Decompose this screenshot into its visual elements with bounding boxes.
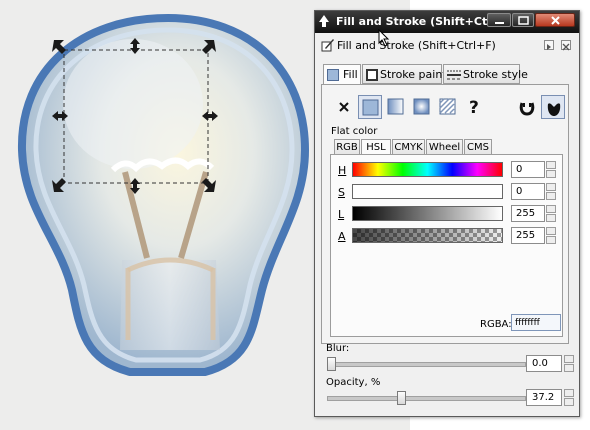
opacity-value: 37.2 (532, 392, 555, 403)
maximize-icon (518, 16, 529, 25)
pattern-button[interactable] (436, 95, 460, 119)
title-bar[interactable]: Fill and Stroke (Shift+Ctrl... (315, 11, 579, 33)
tab-hsl-label: HSL (366, 142, 386, 153)
tab-rgb-label: RGB (336, 142, 358, 153)
fill-rule-evenodd-button[interactable] (515, 95, 539, 119)
alpha-value: 255 (516, 230, 536, 241)
hue-spin-buttons[interactable] (546, 161, 556, 178)
lightness-spin-buttons[interactable] (546, 205, 556, 222)
opacity-slider[interactable] (327, 396, 526, 401)
blur-label: Blur: (326, 343, 350, 354)
dialog-header: Fill and Stroke (Shift+Ctrl+F) (315, 35, 579, 55)
lightness-label: L (338, 208, 345, 221)
opacity-label: Opacity, % (326, 377, 381, 388)
close-icon (562, 43, 570, 51)
saturation-label: S (338, 186, 345, 199)
close-button[interactable] (535, 13, 575, 27)
tab-fill[interactable]: Fill (323, 64, 361, 86)
no-paint-button[interactable] (333, 95, 357, 119)
svg-text:?: ? (469, 98, 479, 118)
tab-cmyk-label: CMYK (394, 142, 423, 153)
inkscape-icon (319, 15, 329, 27)
unset-paint-button[interactable]: ? (463, 95, 487, 119)
saturation-spin-buttons[interactable] (546, 183, 556, 200)
blur-slider[interactable] (327, 362, 526, 367)
lightness-slider[interactable] (352, 206, 503, 221)
dock-button[interactable] (544, 40, 554, 50)
hue-value-field[interactable]: 0 (511, 161, 545, 178)
opacity-slider-thumb[interactable] (396, 391, 406, 405)
blur-value: 0.0 (532, 358, 548, 369)
flat-color-icon (362, 99, 379, 116)
saturation-value-field[interactable]: 0 (511, 183, 545, 200)
saturation-slider[interactable] (352, 184, 503, 199)
linear-gradient-icon (387, 98, 404, 115)
fill-stroke-icon (321, 39, 334, 52)
minimize-button[interactable] (487, 13, 511, 27)
opacity-spin-buttons[interactable] (564, 389, 574, 406)
alpha-slider[interactable] (352, 228, 503, 243)
blur-value-field[interactable]: 0.0 (526, 355, 562, 372)
fill-rule-nonzero-button[interactable] (541, 95, 565, 119)
saturation-value: 0 (516, 186, 523, 197)
alpha-spin-buttons[interactable] (546, 227, 556, 244)
pattern-icon (439, 98, 456, 115)
flat-color-button[interactable] (358, 95, 382, 119)
tab-stroke-style[interactable]: Stroke style (443, 64, 528, 84)
hsl-panel (330, 154, 563, 337)
radial-gradient-icon (413, 98, 430, 115)
lightness-value-field[interactable]: 255 (511, 205, 545, 222)
flat-color-label: Flat color (331, 126, 378, 137)
blur-slider-thumb[interactable] (327, 357, 336, 371)
close-icon (551, 16, 560, 25)
question-mark-icon: ? (469, 98, 479, 118)
stroke-paint-icon (366, 69, 378, 81)
dialog-header-title: Fill and Stroke (Shift+Ctrl+F) (337, 39, 496, 52)
nonzero-icon (547, 103, 561, 116)
fill-icon (327, 69, 339, 81)
opacity-value-field[interactable]: 37.2 (526, 389, 562, 406)
blur-spin-buttons[interactable] (564, 355, 574, 372)
lightness-value: 255 (516, 208, 536, 219)
tab-fill-label: Fill (343, 68, 358, 81)
window-title: Fill and Stroke (Shift+Ctrl... (336, 15, 509, 28)
radial-gradient-button[interactable] (410, 95, 434, 119)
linear-gradient-button[interactable] (384, 95, 408, 119)
evenodd-icon (519, 102, 535, 116)
rgba-input[interactable]: ffffffff (511, 314, 561, 331)
tab-stroke-paint-label: Stroke paint (380, 68, 447, 81)
tab-stroke-style-label: Stroke style (463, 68, 528, 81)
alpha-value-field[interactable]: 255 (511, 227, 545, 244)
rgba-label: RGBA: (480, 319, 512, 330)
tab-wheel-label: Wheel (428, 142, 461, 153)
hue-value: 0 (516, 164, 523, 175)
stroke-style-icon (447, 70, 461, 80)
hue-slider[interactable] (352, 162, 503, 177)
tab-stroke-paint[interactable]: Stroke paint (362, 64, 447, 84)
mouse-cursor-icon (378, 29, 390, 47)
alpha-label: A (338, 230, 346, 243)
panel-close-button[interactable] (561, 40, 571, 51)
minimize-icon (495, 22, 504, 24)
x-icon (339, 102, 349, 112)
dock-icon (547, 44, 551, 50)
maximize-button[interactable] (512, 13, 534, 27)
tab-cms-label: CMS (467, 142, 489, 153)
fill-and-stroke-dialog: Fill and Stroke (Shift+Ctrl... Fill and … (314, 10, 580, 417)
rgba-value: ffffffff (515, 318, 540, 328)
hue-label: H (338, 164, 347, 177)
